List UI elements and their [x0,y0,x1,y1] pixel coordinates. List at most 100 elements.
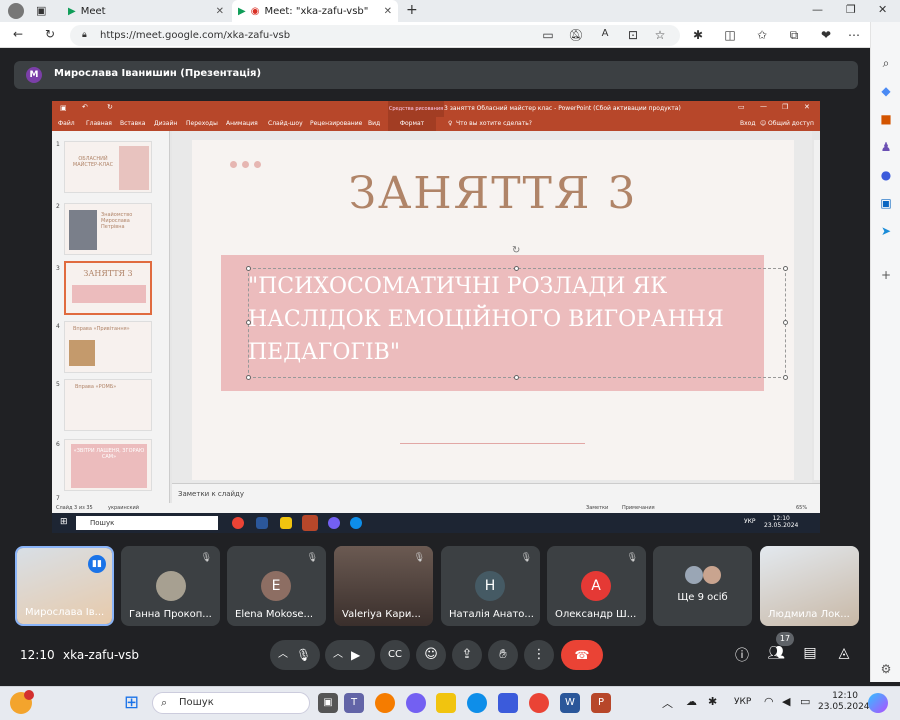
powerpoint-icon[interactable]: P [591,693,611,713]
send-icon[interactable]: ➤ [878,224,894,240]
more-options-button[interactable]: ⋮ [524,640,554,670]
mic-off-icon: 🎙︎ [413,553,425,563]
profile-avatar[interactable] [8,3,24,19]
reload-icon[interactable]: ↻ [42,27,58,41]
back-icon[interactable]: ← [10,27,26,41]
inner-search-box: Пошук [76,516,218,530]
favorite-star-icon[interactable]: ☆ [652,28,668,42]
participant-tile[interactable]: ▮▮ Мирослава Ів... [15,546,114,626]
url-field[interactable]: 🔒︎ https://meet.google.com/xka-zafu-vsb [70,25,680,46]
camera-control[interactable]: ︿ ▶ [325,640,375,670]
edge-icon[interactable] [467,693,487,713]
outlook-icon[interactable]: ▣ [878,196,894,212]
word-icon[interactable]: W [560,693,580,713]
ppt-ribbon: Файл Главная Вставка Дизайн Переходы Ани… [52,117,820,131]
camera-icon[interactable]: ▶ [351,640,360,670]
volume-icon[interactable]: ◀ [782,695,790,708]
resize-handle [514,375,519,380]
games-icon[interactable]: ♟ [878,140,894,156]
battery-icon[interactable]: ▭ [800,695,810,708]
tab-meet[interactable]: ▶ Meet ✕ [62,0,230,22]
chevron-up-icon[interactable]: ︿ [278,640,288,670]
people-icon[interactable]: 👥︎ [766,645,786,661]
app-available-icon[interactable]: ⊡ [625,28,641,42]
split-screen-icon[interactable]: ◫ [722,28,738,42]
chrome-icon[interactable] [529,693,549,713]
camera-icon[interactable]: ▭ [540,28,556,42]
notification-badge [24,690,34,700]
emoji-button[interactable]: ☺ [416,640,446,670]
vertical-scrollbar [814,140,820,480]
more-menu-icon[interactable]: ⋯ [846,28,862,42]
viber-icon[interactable] [406,693,426,713]
participant-name: Олександр Ш... [555,609,637,620]
participant-tile[interactable]: 🎙︎ Valeriya Кари... [334,546,433,626]
extensions-icon[interactable]: ✱ [690,28,706,42]
minimize-icon: — [760,102,767,110]
tools-icon[interactable]: ■ [878,112,894,128]
participant-tile[interactable]: Н 🎙︎ Наталія Анато... [441,546,540,626]
search-icon[interactable]: ⌕ [878,56,894,72]
tab-meet-active[interactable]: ▶ ◉ Meet: "xka-zafu-vsb" ✕ [232,0,398,22]
close-icon[interactable]: ✕ [216,6,224,17]
present-button[interactable]: ⇪ [452,640,482,670]
raise-hand-button[interactable]: ✋︎ [488,640,518,670]
meeting-info-icon[interactable]: ⓘ [732,645,752,665]
collections-icon[interactable]: ⧉ [786,28,802,43]
mic-control[interactable]: ︿ 🎙︎ [270,640,320,670]
thumb-number: 5 [56,381,60,388]
bluetooth-icon[interactable]: ✱ [708,695,717,708]
microsoft365-icon[interactable]: ● [878,168,894,184]
settings-gear-icon[interactable]: ⚙ [878,662,894,678]
copilot-icon[interactable] [868,693,888,713]
add-icon[interactable]: + [878,268,894,284]
read-aloud-icon[interactable]: A [597,28,613,39]
app-icon[interactable] [375,693,395,713]
thumb-image [69,210,97,250]
leave-call-button[interactable]: ☎ [561,640,603,670]
browser-essentials-icon[interactable]: ❤ [818,28,834,42]
task-view-icon[interactable]: ▣ [318,693,338,713]
notifications-blocked-icon[interactable]: 🔕︎ [568,28,584,42]
captions-button[interactable]: CC [380,640,410,670]
new-tab-button[interactable]: + [406,2,418,18]
onedrive-icon[interactable]: ☁ [686,695,697,708]
rotate-handle-icon: ↻ [512,245,521,256]
mic-off-icon: 🎙︎ [306,553,318,563]
participant-tile[interactable]: 🎙︎ Ганна Прокоп... [121,546,220,626]
folder-icon [280,517,292,529]
more-participants-tile[interactable]: Ще 9 осіб [653,546,752,626]
context-tab-label: Средства рисования [388,101,444,117]
chat-icon[interactable]: ▤ [800,645,820,661]
participant-tile[interactable]: E 🎙︎ Elena Mokose... [227,546,326,626]
tab-actions-icon[interactable]: ▣ [36,4,46,17]
maximize-button[interactable]: ❐ [846,3,856,16]
teams-icon[interactable]: T [344,693,364,713]
windows-start-icon[interactable]: ⊞ [124,692,139,713]
file-explorer-icon[interactable] [436,693,456,713]
favorites-icon[interactable]: ✩ [754,28,770,42]
wifi-icon[interactable]: ◠ [764,695,774,708]
thumb-text: «ЗВІТРИ ЛАШЕНЯ, ЗГОРАЮ САМ» [71,444,147,488]
close-icon[interactable]: ✕ [384,6,392,17]
slide-thumbnail-selected: ЗАНЯТТЯ 3 [64,261,152,315]
shopping-tag-icon[interactable]: ◆ [878,84,894,100]
taskbar-search[interactable]: ⌕ Пошук [152,692,310,714]
close-window-button[interactable]: ✕ [878,3,887,16]
activities-icon[interactable]: ◬ [834,645,854,661]
store-icon[interactable] [498,693,518,713]
meet-favicon-icon: ▶ [238,5,246,17]
mic-icon[interactable]: 🎙︎ [296,640,311,670]
tray-chevron-icon[interactable]: ︿ [662,695,673,711]
taskbar-clock[interactable]: 12:10 23.05.2024 [818,691,870,713]
share-button: Общий доступ [768,120,814,127]
tell-me-box: Что вы хотите сделать? [456,120,532,127]
resize-handle [246,375,251,380]
minimize-button[interactable]: — [812,3,823,16]
participant-name: Elena Mokose... [235,609,314,620]
ribbon-tab: Анимация [226,120,258,127]
participant-tile[interactable]: А 🎙︎ Олександр Ш... [547,546,646,626]
language-indicator[interactable]: УКР [734,697,751,707]
participant-tile[interactable]: Людмила Лок... [760,546,859,626]
chevron-up-icon[interactable]: ︿ [333,640,343,670]
